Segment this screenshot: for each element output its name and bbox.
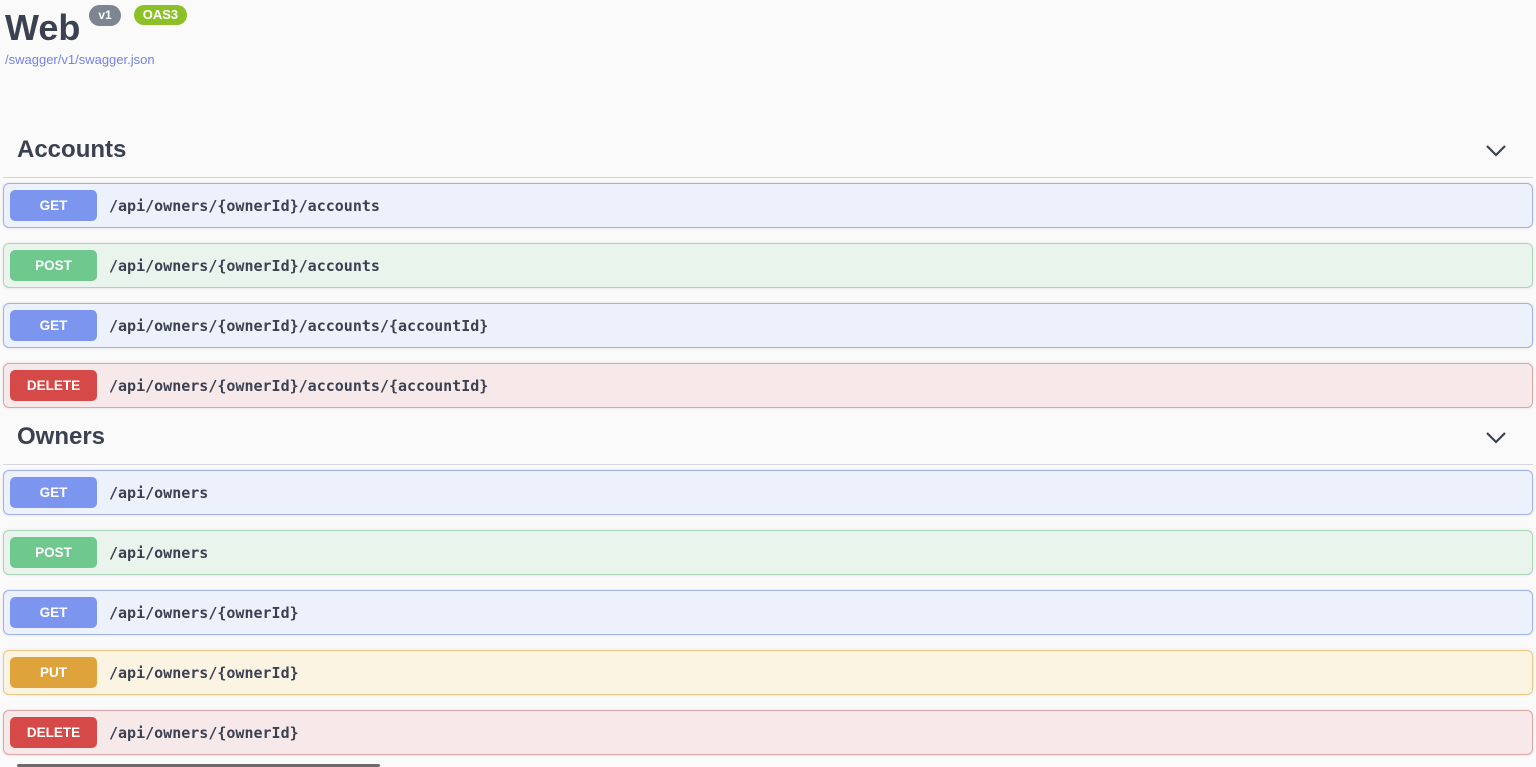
method-badge: GET	[10, 597, 97, 628]
operation-row[interactable]: DELETE /api/owners/{ownerId}/accounts/{a…	[3, 363, 1533, 408]
api-info: Web v1 OAS3 /swagger/v1/swagger.json	[3, 8, 1533, 69]
tag-section-header[interactable]: Accounts	[3, 136, 1533, 178]
operation-row[interactable]: GET /api/owners	[3, 470, 1533, 515]
api-title: Web	[5, 8, 80, 48]
tag-section: Accounts GET /api/owners/{ownerId}/accou…	[3, 136, 1533, 408]
method-badge: GET	[10, 477, 97, 508]
operation-path: /api/owners	[109, 484, 208, 502]
chevron-down-icon[interactable]	[1485, 144, 1507, 157]
section-title: Accounts	[17, 136, 126, 164]
operation-path: /api/owners/{ownerId}/accounts/{accountI…	[109, 317, 488, 335]
operation-path: /api/owners/{ownerId}	[109, 664, 299, 682]
method-badge: PUT	[10, 657, 97, 688]
operation-path: /api/owners/{ownerId}/accounts/{accountI…	[109, 377, 488, 395]
operation-path: /api/owners	[109, 544, 208, 562]
oas3-badge: OAS3	[134, 5, 187, 25]
operation-row[interactable]: POST /api/owners/{ownerId}/accounts	[3, 243, 1533, 288]
operation-row[interactable]: PUT /api/owners/{ownerId}	[3, 650, 1533, 695]
tag-section: Owners GET /api/owners POST /api/owners …	[3, 423, 1533, 755]
method-badge: GET	[10, 310, 97, 341]
method-badge: POST	[10, 250, 97, 281]
operation-row[interactable]: GET /api/owners/{ownerId}/accounts/{acco…	[3, 303, 1533, 348]
section-title: Owners	[17, 423, 105, 451]
method-badge: DELETE	[10, 370, 97, 401]
operation-path: /api/owners/{ownerId}	[109, 604, 299, 622]
operation-row[interactable]: POST /api/owners	[3, 530, 1533, 575]
version-badge: v1	[89, 5, 120, 26]
operation-path: /api/owners/{ownerId}/accounts	[109, 257, 380, 275]
operation-row[interactable]: DELETE /api/owners/{ownerId}	[3, 710, 1533, 755]
operations: GET /api/owners POST /api/owners GET /ap…	[3, 470, 1533, 755]
swagger-ui-page: Web v1 OAS3 /swagger/v1/swagger.json Acc…	[0, 0, 1536, 755]
operation-row[interactable]: GET /api/owners/{ownerId}/accounts	[3, 183, 1533, 228]
spec-json-link[interactable]: /swagger/v1/swagger.json	[5, 52, 155, 67]
method-badge: POST	[10, 537, 97, 568]
method-badge: DELETE	[10, 717, 97, 748]
operation-row[interactable]: GET /api/owners/{ownerId}	[3, 590, 1533, 635]
chevron-down-icon[interactable]	[1485, 431, 1507, 444]
operation-path: /api/owners/{ownerId}/accounts	[109, 197, 380, 215]
sections: Accounts GET /api/owners/{ownerId}/accou…	[3, 136, 1533, 755]
tag-section-header[interactable]: Owners	[3, 423, 1533, 465]
operation-path: /api/owners/{ownerId}	[109, 724, 299, 742]
operations: GET /api/owners/{ownerId}/accounts POST …	[3, 183, 1533, 408]
method-badge: GET	[10, 190, 97, 221]
